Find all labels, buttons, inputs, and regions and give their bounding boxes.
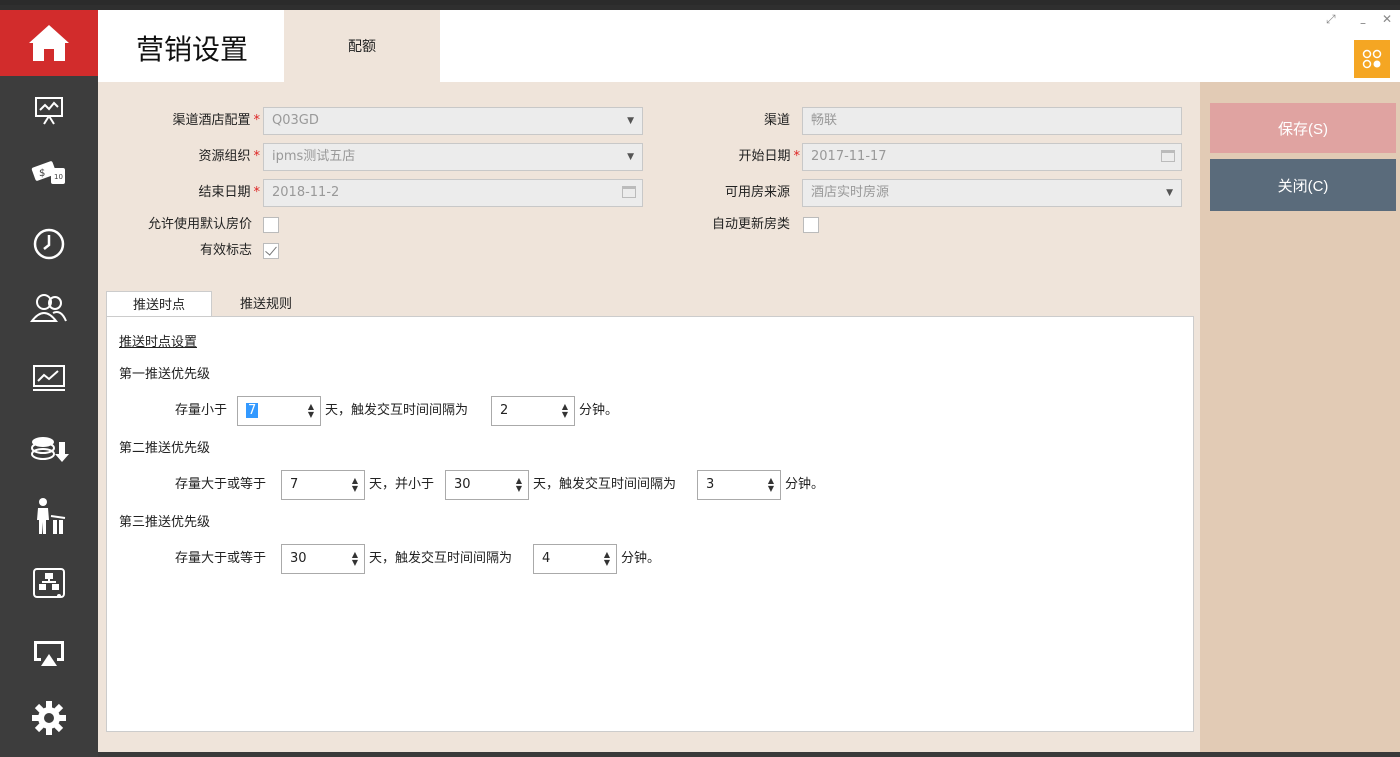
calendar-icon[interactable] <box>1161 150 1175 162</box>
priority-1-title: 第一推送优先级 <box>119 367 211 382</box>
push-time-settings-title: 推送时点设置 <box>119 335 198 350</box>
priority-2-mid1: 天，并小于 <box>369 477 435 492</box>
start-date-field[interactable]: 2017-11-17 <box>802 143 1182 171</box>
allow-default-price-checkbox[interactable] <box>263 217 279 233</box>
priority-3-prefix: 存量大于或等于 <box>175 551 267 566</box>
priority-1-mid: 天，触发交互时间间隔为 <box>325 403 469 418</box>
stepper-arrows-icon[interactable]: ▲ ▼ <box>308 403 314 419</box>
user-menu-icon[interactable] <box>1354 40 1390 78</box>
resource-org-label: 资源组织 * <box>198 149 260 164</box>
priority-3-suffix: 分钟。 <box>621 551 661 566</box>
start-date-label: 开始日期 * <box>738 149 800 164</box>
title-bar: 营销设置 配额 ⤢ – ✕ <box>98 10 1400 82</box>
clock-icon[interactable] <box>0 214 98 274</box>
main-window: 营销设置 配额 ⤢ – ✕ 渠道酒店配置 * Q03GD ▼ 渠道 畅联 资源组织 *… <box>98 10 1400 752</box>
presentation-icon[interactable] <box>0 80 98 140</box>
priority-1-prefix: 存量小于 <box>175 403 228 418</box>
end-date-label: 结束日期 * <box>198 185 260 200</box>
priority-2-min-days-stepper[interactable]: 7 ▲ ▼ <box>281 470 365 500</box>
allow-default-price-label: 允许使用默认房价 <box>147 217 252 232</box>
priority-1-interval-stepper[interactable]: 2 ▲ ▼ <box>491 396 575 426</box>
priority-2-suffix: 分钟。 <box>785 477 825 492</box>
calendar-icon[interactable] <box>622 186 636 198</box>
save-button[interactable]: 保存(S) <box>1210 103 1396 153</box>
priority-3-days-stepper[interactable]: 30 ▲ ▼ <box>281 544 365 574</box>
org-chart-icon[interactable] <box>0 554 98 614</box>
stepper-arrows-icon[interactable]: ▲ ▼ <box>516 477 522 493</box>
svg-text:$: $ <box>39 168 45 179</box>
stepper-arrows-icon[interactable]: ▲ ▼ <box>352 477 358 493</box>
push-time-panel: 推送时点设置 第一推送优先级 存量小于 7 ▲ ▼ 天，触发交互时间间隔为 2 ▲ ▼ … <box>106 316 1194 732</box>
maximize-icon[interactable]: ⤢ <box>1326 12 1336 27</box>
home-icon[interactable] <box>0 10 98 76</box>
priority-3-mid: 天，触发交互时间间隔为 <box>369 551 513 566</box>
auto-update-room-type-checkbox[interactable] <box>803 217 819 233</box>
users-icon[interactable] <box>0 278 98 338</box>
stepper-arrows-icon[interactable]: ▲ ▼ <box>604 551 610 567</box>
channel-field[interactable]: 畅联 <box>802 107 1182 135</box>
priority-2-interval-stepper[interactable]: 3 ▲ ▼ <box>697 470 781 500</box>
priority-3-interval-stepper[interactable]: 4 ▲ ▼ <box>533 544 617 574</box>
resource-org-select[interactable]: ipms测试五店 ▼ <box>263 143 643 171</box>
priority-1-days-stepper[interactable]: 7 ▲ ▼ <box>237 396 321 426</box>
tab-quota[interactable]: 配额 <box>284 10 440 82</box>
sidebar: $10 <box>0 10 98 757</box>
trend-chart-icon[interactable] <box>0 348 98 408</box>
coins-icon[interactable] <box>0 418 98 478</box>
channel-hotel-config-select[interactable]: Q03GD ▼ <box>263 107 643 135</box>
valid-flag-checkbox[interactable] <box>263 243 279 259</box>
channel-label: 渠道 <box>763 113 790 128</box>
screen-cast-icon[interactable] <box>0 624 98 684</box>
gear-icon[interactable] <box>0 688 98 748</box>
stepper-arrows-icon[interactable]: ▲ ▼ <box>352 551 358 567</box>
page-title: 营销设置 <box>136 33 249 66</box>
room-source-label: 可用房来源 <box>724 185 790 200</box>
end-date-field[interactable]: 2018-11-2 <box>263 179 643 207</box>
chevron-down-icon: ▼ <box>1166 188 1173 198</box>
tab-push-time[interactable]: 推送时点 <box>106 291 212 319</box>
stepper-arrows-icon[interactable]: ▲ ▼ <box>768 477 774 493</box>
close-window-icon[interactable]: ✕ <box>1382 12 1392 26</box>
tab-push-rule[interactable]: 推送规则 <box>216 291 316 319</box>
priority-2-prefix: 存量大于或等于 <box>175 477 267 492</box>
room-source-select[interactable]: 酒店实时房源 ▼ <box>802 179 1182 207</box>
action-panel: 保存(S) 关闭(C) <box>1200 82 1400 752</box>
close-button[interactable]: 关闭(C) <box>1210 159 1396 211</box>
priority-2-title: 第二推送优先级 <box>119 441 211 456</box>
valid-flag-label: 有效标志 <box>199 243 252 258</box>
priority-2-max-days-stepper[interactable]: 30 ▲ ▼ <box>445 470 529 500</box>
guest-luggage-icon[interactable] <box>0 486 98 546</box>
priority-3-title: 第三推送优先级 <box>119 515 211 530</box>
channel-hotel-config-label: 渠道酒店配置 * <box>172 113 260 128</box>
svg-text:10: 10 <box>54 173 63 181</box>
stepper-arrows-icon[interactable]: ▲ ▼ <box>562 403 568 419</box>
chevron-down-icon: ▼ <box>627 152 634 162</box>
auto-update-room-type-label: 自动更新房类 <box>711 217 790 232</box>
priority-2-mid2: 天，触发交互时间间隔为 <box>533 477 677 492</box>
minimize-icon[interactable]: – <box>1360 16 1366 30</box>
priority-1-suffix: 分钟。 <box>579 403 619 418</box>
money-icon[interactable]: $10 <box>0 142 98 202</box>
chevron-down-icon: ▼ <box>627 116 634 126</box>
